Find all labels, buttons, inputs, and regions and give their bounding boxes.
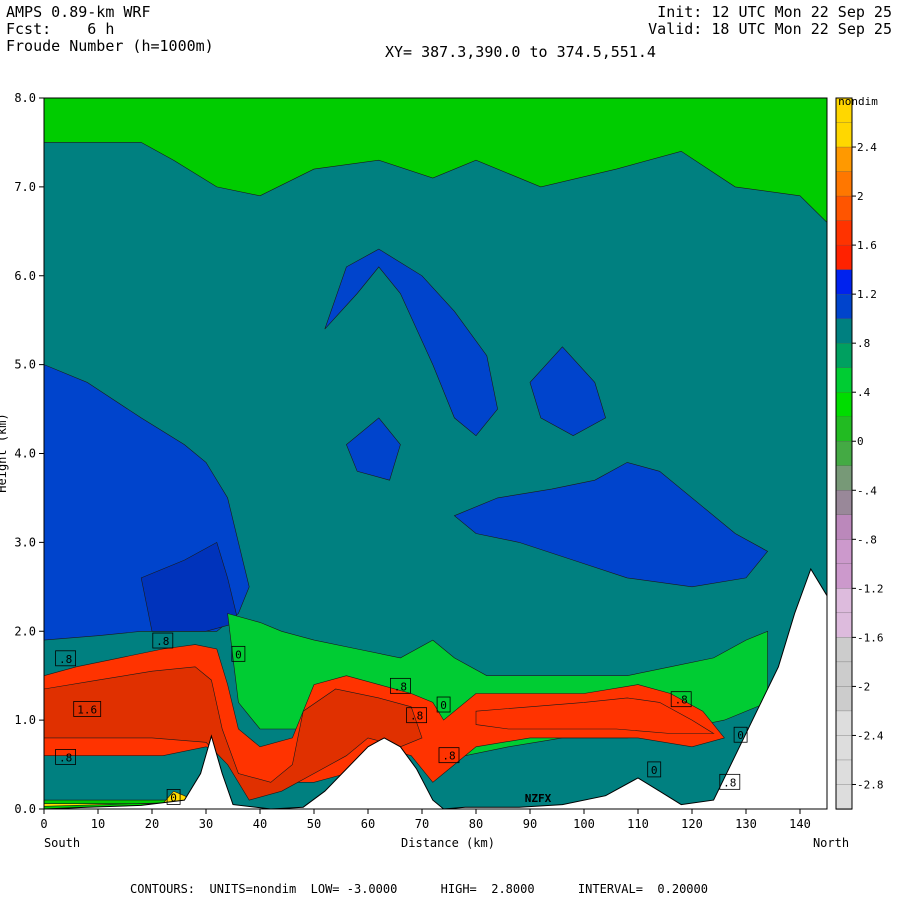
froude-fill-field — [44, 98, 827, 809]
colorbar-tick-label: 2 — [857, 190, 864, 203]
colorbar-tick-label: -.4 — [857, 484, 877, 497]
colorbar-tick-label: .8 — [857, 337, 870, 350]
y-tick-label: 5.0 — [14, 358, 36, 372]
x-tick-label: 110 — [627, 817, 649, 831]
colorbar-swatch — [835, 612, 853, 639]
colorbar-tick-label: -2.8 — [857, 778, 884, 791]
contour-label: 0 — [651, 764, 658, 777]
x-axis-label: Distance (km) — [401, 836, 495, 850]
contour-label: .8 — [675, 694, 688, 707]
contour-label: 0 — [440, 699, 447, 712]
colorbar-swatch — [835, 171, 853, 197]
x-tick-label: 80 — [469, 817, 483, 831]
cross-section-chart: 0 10 20 30 40 50 60 70 80 90 100 110 120 130 140 0.01.… — [0, 91, 884, 850]
colorbar: 2.4 2 1.6 1.2 .8 .4 0 -.4 -.8 -1.2 -1.6 -2 -2.4 -2.8 — [835, 97, 884, 810]
colorbar-swatch — [835, 637, 853, 663]
colorbar-swatch — [835, 220, 853, 246]
x-tick-label: 140 — [789, 817, 811, 831]
x-tick-label: 0 — [40, 817, 47, 831]
colorbar-swatch — [835, 244, 853, 271]
colorbar-swatch — [835, 735, 853, 761]
contour-label: .8 — [442, 750, 455, 763]
x-tick-label: 30 — [199, 817, 213, 831]
x-axis-south-label: South — [44, 836, 80, 850]
colorbar-swatch — [835, 122, 853, 148]
colorbar-tick-label: 1.6 — [857, 239, 877, 252]
colorbar-swatch — [835, 318, 853, 344]
x-tick-label: 130 — [735, 817, 757, 831]
colorbar-swatch — [835, 490, 853, 516]
contour-label: 0 — [170, 791, 177, 804]
colorbar-tick-label: -1.2 — [857, 582, 884, 595]
y-tick-label: 3.0 — [14, 535, 36, 549]
x-tick-label: 40 — [253, 817, 267, 831]
colorbar-tick-label: .4 — [857, 386, 871, 399]
colorbar-swatch — [835, 293, 853, 320]
contour-label: 1.6 — [77, 703, 97, 716]
colorbar-swatch — [835, 146, 853, 173]
y-tick-label: 2.0 — [14, 624, 36, 638]
y-tick-label: 1.0 — [14, 713, 36, 727]
contour-label: .8 — [394, 680, 407, 693]
x-tick-label: 50 — [307, 817, 321, 831]
colorbar-swatch — [835, 759, 853, 786]
y-axis-label: Height (km) — [0, 413, 9, 492]
x-axis-north-label: North — [813, 836, 849, 850]
contour-label: .8 — [59, 751, 72, 764]
colorbar-tick-label: -2.4 — [857, 729, 884, 742]
contour-info: CONTOURS: UNITS=nondim LOW= -3.0000 HIGH… — [130, 882, 708, 896]
station-label: NZFX — [525, 792, 552, 805]
y-tick-label: 0.0 — [14, 802, 36, 816]
colorbar-swatch — [835, 343, 853, 369]
colorbar-unit: nondim — [838, 95, 878, 108]
colorbar-swatch — [835, 392, 853, 418]
colorbar-swatch — [835, 588, 853, 614]
colorbar-swatch — [835, 661, 853, 688]
x-tick-label: 70 — [415, 817, 429, 831]
colorbar-tick-label: -.8 — [857, 533, 877, 546]
y-tick-label: 6.0 — [14, 269, 36, 283]
colorbar-tick-label: -2 — [857, 680, 870, 693]
colorbar-tick-label: -1.6 — [857, 631, 884, 644]
colorbar-swatch — [835, 269, 853, 295]
x-axis: 0 10 20 30 40 50 60 70 80 90 100 110 120 130 140 — [40, 809, 811, 831]
x-tick-label: 100 — [573, 817, 595, 831]
x-tick-label: 10 — [91, 817, 105, 831]
contour-label: 0 — [737, 729, 744, 742]
y-tick-label: 8.0 — [14, 91, 36, 105]
x-tick-label: 20 — [145, 817, 159, 831]
colorbar-swatch — [835, 514, 853, 540]
colorbar-swatch — [835, 465, 853, 491]
y-tick-label: 4.0 — [14, 447, 36, 461]
contour-label: 0 — [235, 648, 242, 661]
x-tick-label: 90 — [523, 817, 537, 831]
colorbar-swatch — [835, 367, 853, 393]
colorbar-swatch — [835, 563, 853, 589]
colorbar-swatch — [835, 686, 853, 712]
contour-label: .8 — [156, 635, 169, 648]
colorbar-tick-label: 0 — [857, 435, 864, 448]
colorbar-swatch — [835, 710, 853, 737]
colorbar-swatch — [835, 416, 853, 442]
colorbar-tick-label: 1.2 — [857, 288, 877, 301]
y-tick-label: 7.0 — [14, 180, 36, 194]
y-axis: 0.0 1.0 2.0 3.0 4.0 5.0 6.0 7.0 8.0 — [14, 91, 44, 816]
x-tick-label: 120 — [681, 817, 703, 831]
colorbar-swatch — [835, 195, 853, 222]
colorbar-swatch — [835, 784, 853, 810]
contour-label: .8 — [723, 776, 736, 789]
colorbar-swatch — [835, 441, 853, 467]
contour-label: .8 — [59, 653, 72, 666]
colorbar-tick-label: 2.4 — [857, 141, 877, 154]
colorbar-swatch — [835, 539, 853, 565]
contour-label: .8 — [410, 710, 423, 723]
x-tick-label: 60 — [361, 817, 375, 831]
